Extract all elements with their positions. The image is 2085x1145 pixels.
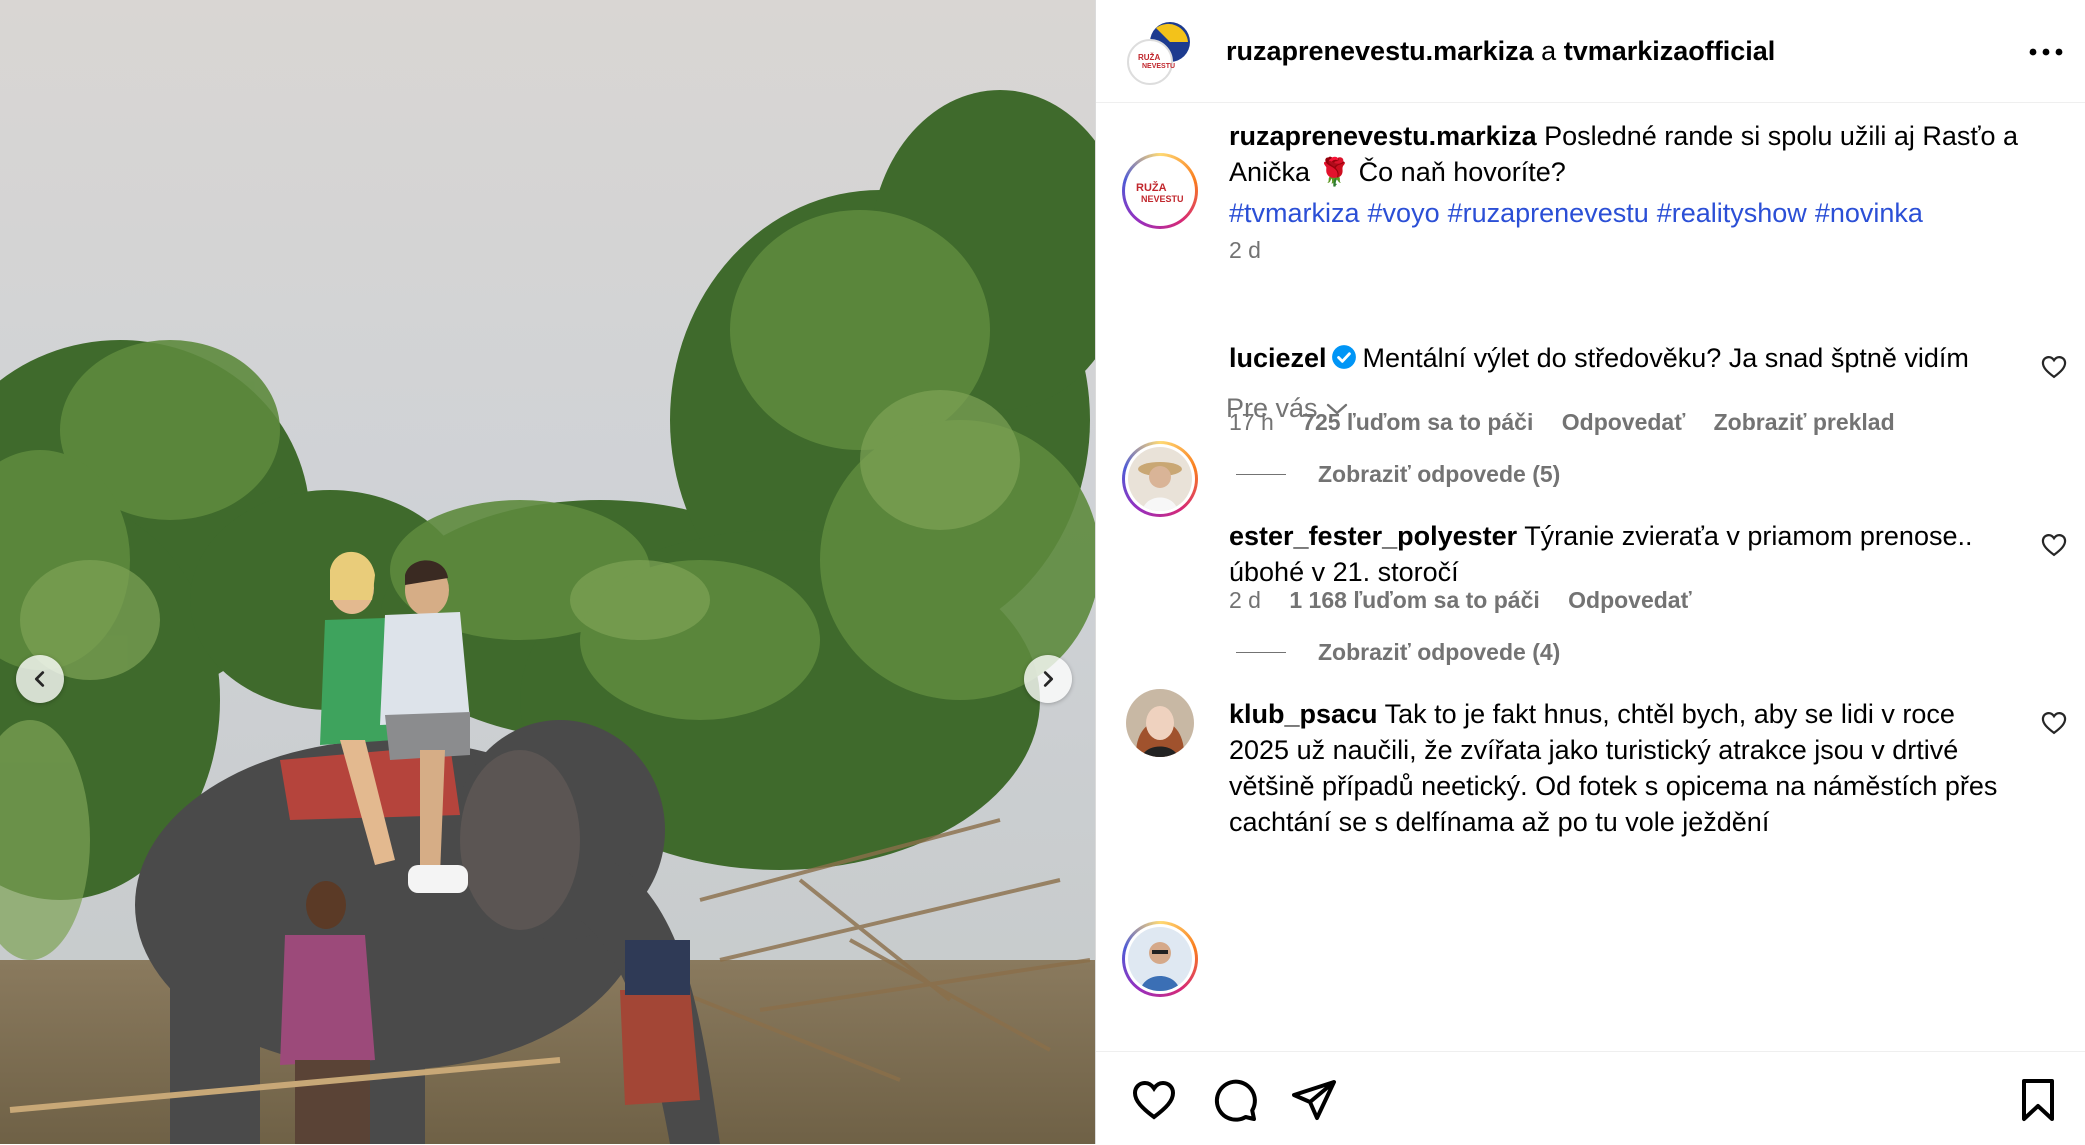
comment-time[interactable]: 2 d (1229, 587, 1261, 613)
more-horizontal-icon (2029, 48, 2063, 56)
header-username[interactable]: ruzaprenevestu.markiza (1226, 36, 1534, 66)
caption-text: ruzaprenevestu.markiza Posledné rande si… (1229, 118, 2019, 190)
heart-icon[interactable] (1130, 1076, 1178, 1124)
caption-avatar[interactable]: RUŽA NEVESTU (1122, 153, 1198, 229)
chevron-left-icon (34, 671, 45, 687)
view-replies-button[interactable]: Zobraziť odpovede (4) (1236, 639, 1560, 666)
view-replies-button[interactable]: Zobraziť odpovede (5) (1236, 461, 1560, 488)
comment-text: luciezel Mentální výlet do středověku? Ja… (1229, 340, 2019, 376)
comment-avatar[interactable] (1122, 921, 1198, 997)
comment-text: klub_psacu Tak to je fakt hnus, chtěl by… (1229, 696, 2019, 837)
replies-divider (1236, 652, 1286, 653)
comment-body: Mentální výlet do středověku? Ja snad šp… (1362, 343, 1969, 373)
comment-meta: 2 d 1 168 ľuďom sa to páči Odpovedať (1229, 587, 1714, 614)
post-media[interactable] (0, 0, 1095, 1144)
like-comment-heart-icon[interactable] (2040, 531, 2068, 559)
comment-username[interactable]: ester_fester_polyester (1229, 521, 1517, 551)
svg-text:RUŽA: RUŽA (1136, 181, 1167, 194)
bookmark-icon[interactable] (2014, 1076, 2062, 1124)
more-options-button[interactable] (2021, 34, 2071, 70)
caption-hashtags: #tvmarkiza #voyo #ruzaprenevestu #realitysh… (1229, 198, 1931, 229)
hashtag-link[interactable]: #voyo (1368, 198, 1440, 228)
hashtag-link[interactable]: #novinka (1815, 198, 1923, 228)
header-collaborator[interactable]: tvmarkizaofficial (1564, 36, 1776, 66)
header-avatars[interactable]: RUŽA NEVESTU (1126, 20, 1192, 86)
post-action-bar (1096, 1051, 2085, 1145)
comment-text: ester_fester_polyester Týranie zvieraťa … (1229, 518, 2019, 590)
post-header: RUŽA NEVESTU ruzaprenevestu.markiza a tv… (1096, 0, 2085, 103)
caption-time[interactable]: 2 d (1229, 237, 1261, 263)
view-replies-label: Zobraziť odpovede (4) (1318, 639, 1561, 665)
svg-text:NEVESTU: NEVESTU (1142, 63, 1175, 70)
like-comment-heart-icon[interactable] (2040, 353, 2068, 381)
share-icon[interactable] (1290, 1076, 1338, 1124)
comment-username[interactable]: klub_psacu (1229, 699, 1378, 729)
chevron-right-icon (1043, 671, 1054, 687)
comments-scroll-area[interactable]: RUŽA NEVESTU ruzaprenevestu.markiza Posl… (1096, 103, 2085, 1051)
view-replies-label: Zobraziť odpovede (5) (1318, 461, 1561, 487)
comment-avatar[interactable] (1122, 441, 1198, 517)
comment-meta: 17 h 725 ľuďom sa to páči Odpovedať Zobr… (1229, 409, 1917, 436)
like-comment-heart-icon[interactable] (2040, 709, 2068, 737)
comment-avatar[interactable] (1126, 689, 1194, 757)
comment-translate-button[interactable]: Zobraziť preklad (1714, 409, 1895, 435)
verified-badge-icon (1331, 345, 1356, 369)
svg-text:NEVESTU: NEVESTU (1141, 194, 1184, 204)
caption-meta: 2 d (1229, 237, 1283, 264)
comment-likes[interactable]: 725 ľuďom sa to páči (1302, 409, 1533, 435)
comment-reply-button[interactable]: Odpovedať (1568, 587, 1691, 613)
comment-username[interactable]: luciezel (1229, 343, 1327, 373)
comment-reply-button[interactable]: Odpovedať (1562, 409, 1685, 435)
next-photo-button[interactable] (1024, 655, 1072, 703)
comment-likes[interactable]: 1 168 ľuďom sa to páči (1289, 587, 1539, 613)
header-title: ruzaprenevestu.markiza a tvmarkizaoffici… (1226, 36, 1775, 67)
hashtag-link[interactable]: #ruzaprenevestu (1448, 198, 1649, 228)
caption-username[interactable]: ruzaprenevestu.markiza (1229, 121, 1537, 151)
post-side-panel: RUŽA NEVESTU ruzaprenevestu.markiza a tv… (1095, 0, 2085, 1144)
post-photo (0, 0, 1095, 1144)
header-joiner: a (1541, 36, 1557, 66)
hashtag-link[interactable]: #tvmarkiza (1229, 198, 1360, 228)
hashtag-link[interactable]: #realityshow (1657, 198, 1807, 228)
comment-time[interactable]: 17 h (1229, 409, 1274, 435)
comment-icon[interactable] (1211, 1076, 1259, 1124)
previous-photo-button[interactable] (16, 655, 64, 703)
replies-divider (1236, 474, 1286, 475)
svg-text:RUŽA: RUŽA (1138, 53, 1160, 62)
